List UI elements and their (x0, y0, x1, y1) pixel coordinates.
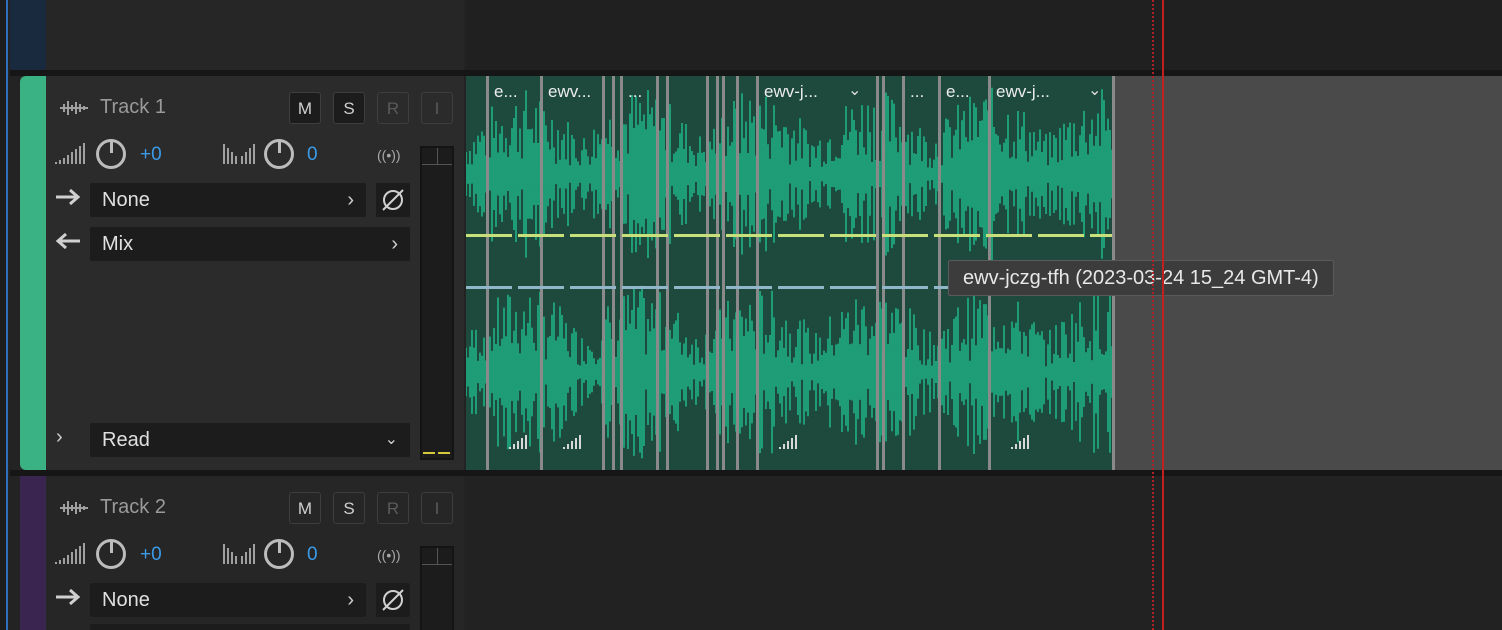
pan-value[interactable]: 0 (307, 144, 318, 166)
previous-track-header (10, 0, 464, 70)
clip-boundary[interactable] (902, 76, 905, 470)
output-select[interactable] (90, 624, 410, 630)
chevron-down-icon: ⌄ (384, 431, 398, 448)
clip-boundary[interactable] (486, 76, 489, 470)
solo-button[interactable]: S (333, 492, 365, 524)
arrow-right-icon (56, 188, 81, 206)
phase-invert-icon (382, 589, 404, 611)
clip-boundary[interactable] (620, 76, 623, 470)
chevron-down-icon[interactable]: ⌄ (848, 80, 861, 100)
input-monitor-button[interactable]: I (421, 92, 453, 124)
phase-invert-button[interactable] (376, 183, 410, 217)
clip-label[interactable]: ... (910, 82, 924, 102)
level-meter (420, 146, 454, 460)
loop-marker (1152, 0, 1154, 630)
clip-label[interactable]: ewv-j... (996, 82, 1050, 102)
phase-invert-button[interactable] (376, 583, 410, 617)
output-select[interactable]: Mix › (90, 227, 410, 261)
automation-mode-select[interactable]: Read ⌄ (90, 423, 410, 457)
chevron-right-icon: › (347, 589, 354, 611)
meter-peak-left (423, 452, 435, 454)
clip-boundary[interactable] (656, 76, 659, 470)
clip-boundary[interactable] (938, 76, 941, 470)
track-2-color-strip[interactable] (20, 476, 46, 630)
clip-boundary[interactable] (602, 76, 605, 470)
volume-bars-icon (55, 143, 85, 164)
clip-boundary[interactable] (756, 76, 759, 470)
left-edge-strip (0, 0, 8, 630)
clip-label[interactable]: e... (946, 82, 970, 102)
clip-boundary[interactable] (882, 76, 885, 470)
chevron-right-icon[interactable]: › (56, 426, 63, 449)
chevron-down-icon[interactable]: ⌄ (1088, 80, 1101, 100)
clip-gain-icon[interactable] (508, 434, 528, 450)
chevron-right-icon: › (391, 233, 398, 255)
clip-gain-icon[interactable] (1010, 434, 1030, 450)
track-name[interactable]: Track 1 (100, 96, 166, 119)
clip-boundary[interactable] (876, 76, 879, 470)
pan-knob[interactable] (264, 139, 294, 169)
volume-value[interactable]: +0 (140, 144, 162, 166)
track-2-lane[interactable] (466, 476, 1502, 630)
clip-tooltip: ewv-jczg-tfh (2023-03-24 15_24 GMT-4) (948, 260, 1334, 296)
mute-button[interactable]: M (289, 492, 321, 524)
meter-peak-right (438, 452, 450, 454)
input-select-value: None (102, 189, 150, 211)
pan-value[interactable]: 0 (307, 544, 318, 566)
volume-knob[interactable] (96, 539, 126, 569)
phase-invert-icon (382, 189, 404, 211)
track-1-color-strip[interactable] (20, 76, 46, 470)
clip-boundary[interactable] (736, 76, 739, 470)
clip-boundary[interactable] (722, 76, 725, 470)
record-arm-button[interactable]: R (377, 92, 409, 124)
clip-label[interactable]: ewv... (548, 82, 591, 102)
clip-label[interactable]: ... (628, 82, 642, 102)
clip-boundary[interactable] (612, 76, 615, 470)
input-monitor-button[interactable]: I (421, 492, 453, 524)
radio-waves-icon[interactable]: ((•)) (377, 147, 401, 163)
clip-label[interactable]: e... (494, 82, 518, 102)
clip-boundary[interactable] (716, 76, 719, 470)
solo-button[interactable]: S (333, 92, 365, 124)
track-name[interactable]: Track 2 (100, 496, 166, 519)
clip-boundary[interactable] (540, 76, 543, 470)
pan-envelope[interactable] (466, 286, 950, 289)
volume-envelope[interactable] (466, 234, 1112, 237)
record-arm-button[interactable]: R (377, 492, 409, 524)
pan-bars-icon (223, 544, 255, 564)
mute-button[interactable]: M (289, 92, 321, 124)
input-select[interactable]: None › (90, 583, 366, 617)
clip-label[interactable]: ewv-j... (764, 82, 818, 102)
radio-waves-icon[interactable]: ((•)) (377, 547, 401, 563)
automation-mode-value: Read (102, 429, 150, 451)
track-1-header[interactable] (20, 76, 464, 470)
chevron-right-icon: › (347, 189, 354, 211)
clip-gain-icon[interactable] (562, 434, 582, 450)
input-select-value: None (102, 589, 150, 611)
clip-boundary[interactable] (666, 76, 669, 470)
arrow-right-icon (56, 588, 81, 606)
pan-knob[interactable] (264, 539, 294, 569)
volume-knob[interactable] (96, 139, 126, 169)
clip-gain-icon[interactable] (778, 434, 798, 450)
waveform-icon (60, 101, 88, 115)
pan-bars-icon (223, 144, 255, 164)
clip-boundary[interactable] (706, 76, 709, 470)
input-select[interactable]: None › (90, 183, 366, 217)
arrow-left-icon (55, 232, 80, 250)
playhead[interactable] (1162, 0, 1164, 630)
output-select-value: Mix (102, 233, 134, 255)
waveform-icon (60, 501, 88, 515)
volume-bars-icon (55, 543, 85, 564)
previous-track-color (10, 0, 46, 70)
volume-value[interactable]: +0 (140, 544, 162, 566)
level-meter (420, 546, 454, 630)
